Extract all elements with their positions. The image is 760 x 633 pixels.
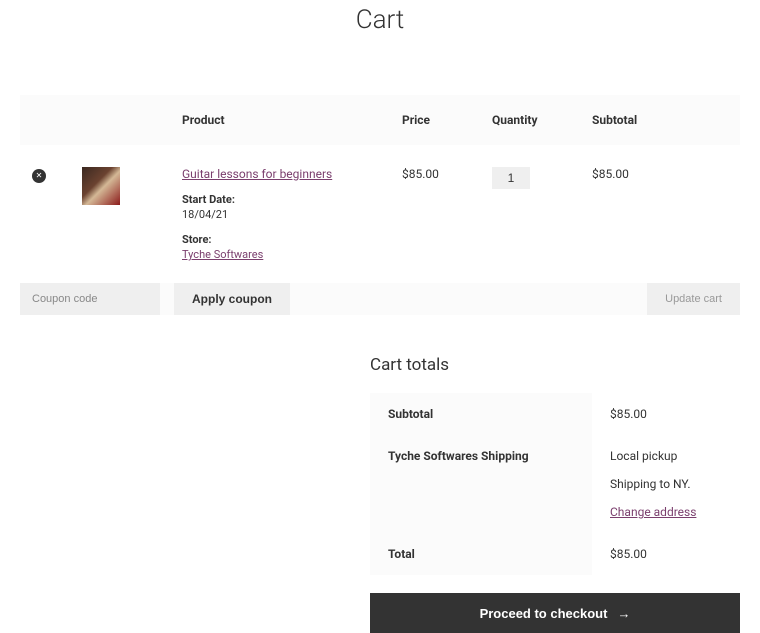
coupon-code-input[interactable] [20,283,160,315]
col-qty-header: Quantity [480,95,580,145]
actions-row: Apply coupon Update cart [20,283,740,315]
col-price-header: Price [390,95,480,145]
close-icon: ✕ [36,171,43,180]
update-cart-button[interactable]: Update cart [647,283,740,315]
change-address-link[interactable]: Change address [610,505,696,519]
col-remove-header [20,95,70,145]
cart-totals-heading: Cart totals [370,355,740,375]
quantity-input[interactable] [492,167,530,189]
shipping-label: Tyche Softwares Shipping [370,435,592,533]
apply-coupon-button[interactable]: Apply coupon [174,283,290,315]
checkout-label: Proceed to checkout [480,606,608,621]
col-subtotal-header: Subtotal [580,95,740,145]
subtotal-label: Subtotal [370,393,592,435]
cart-row: ✕ Guitar lessons for beginners Start Dat… [20,145,740,283]
cart-totals: Cart totals Subtotal $85.00 Tyche Softwa… [370,355,740,633]
shipping-destination: Shipping to NY. [610,477,722,491]
subtotal-value: $85.00 [592,393,740,435]
totals-table: Subtotal $85.00 Tyche Softwares Shipping… [370,393,740,575]
shipping-method: Local pickup [610,449,722,463]
item-price: $85.00 [390,145,480,283]
item-subtotal: $85.00 [580,145,740,283]
start-date-label: Start Date: [182,193,378,206]
total-value: $85.00 [592,533,740,575]
remove-item-button[interactable]: ✕ [32,169,46,183]
product-thumbnail[interactable] [82,167,120,205]
proceed-to-checkout-button[interactable]: Proceed to checkout → [370,593,740,633]
arrow-right-icon: → [617,606,630,621]
store-link[interactable]: Tyche Softwares [182,248,263,261]
col-product-header: Product [170,95,390,145]
total-label: Total [370,533,592,575]
start-date-value: 18/04/21 [182,208,378,221]
cart-table: Product Price Quantity Subtotal ✕ Guitar… [20,95,740,315]
page-title: Cart [20,0,740,35]
product-name-link[interactable]: Guitar lessons for beginners [182,167,332,181]
col-thumb-header [70,95,170,145]
store-label: Store: [182,233,378,246]
